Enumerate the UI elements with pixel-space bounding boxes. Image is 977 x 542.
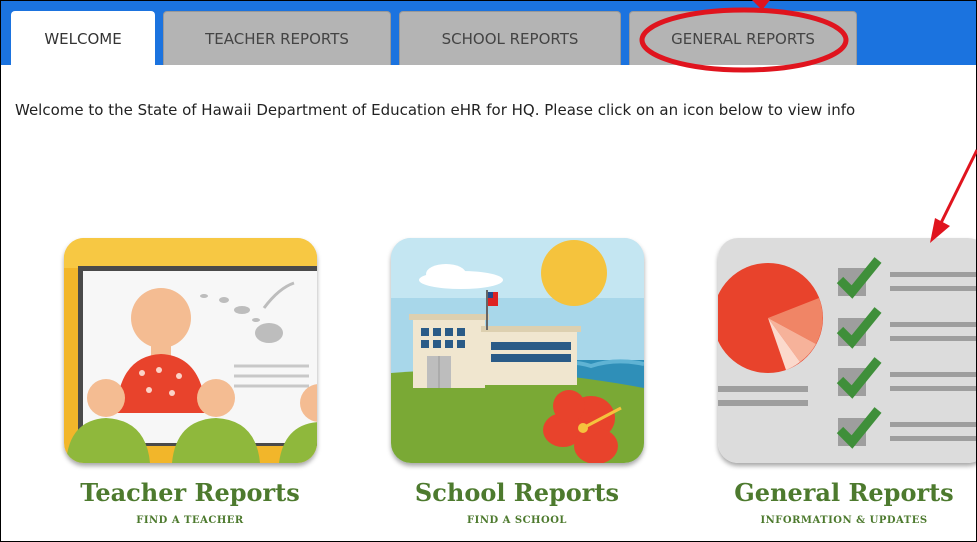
general-reports-subtitle: INFORMATION & UPDATES xyxy=(760,515,928,526)
school-reports-tile[interactable] xyxy=(391,238,644,463)
welcome-message: Welcome to the State of Hawaii Departmen… xyxy=(15,101,856,119)
school-reports-subtitle: FIND A SCHOOL xyxy=(467,515,567,526)
general-reports-title[interactable]: General Reports xyxy=(694,478,976,507)
teacher-reports-icon xyxy=(64,238,317,463)
general-reports-tile[interactable] xyxy=(718,238,976,463)
tab-general-reports[interactable]: GENERAL REPORTS xyxy=(629,11,857,65)
school-reports-title[interactable]: School Reports xyxy=(367,478,667,507)
teacher-reports-title[interactable]: Teacher Reports xyxy=(40,478,340,507)
tab-school-reports[interactable]: SCHOOL REPORTS xyxy=(399,11,621,65)
main-frame: WELCOME TEACHER REPORTS SCHOOL REPORTS G… xyxy=(0,0,977,542)
tab-bar: WELCOME TEACHER REPORTS SCHOOL REPORTS G… xyxy=(1,1,976,65)
tab-welcome[interactable]: WELCOME xyxy=(11,11,155,65)
teacher-reports-tile[interactable] xyxy=(64,238,317,463)
general-reports-icon xyxy=(718,238,976,463)
teacher-reports-subtitle: FIND A TEACHER xyxy=(136,515,244,526)
tab-teacher-reports[interactable]: TEACHER REPORTS xyxy=(163,11,391,65)
school-reports-icon xyxy=(391,238,644,463)
